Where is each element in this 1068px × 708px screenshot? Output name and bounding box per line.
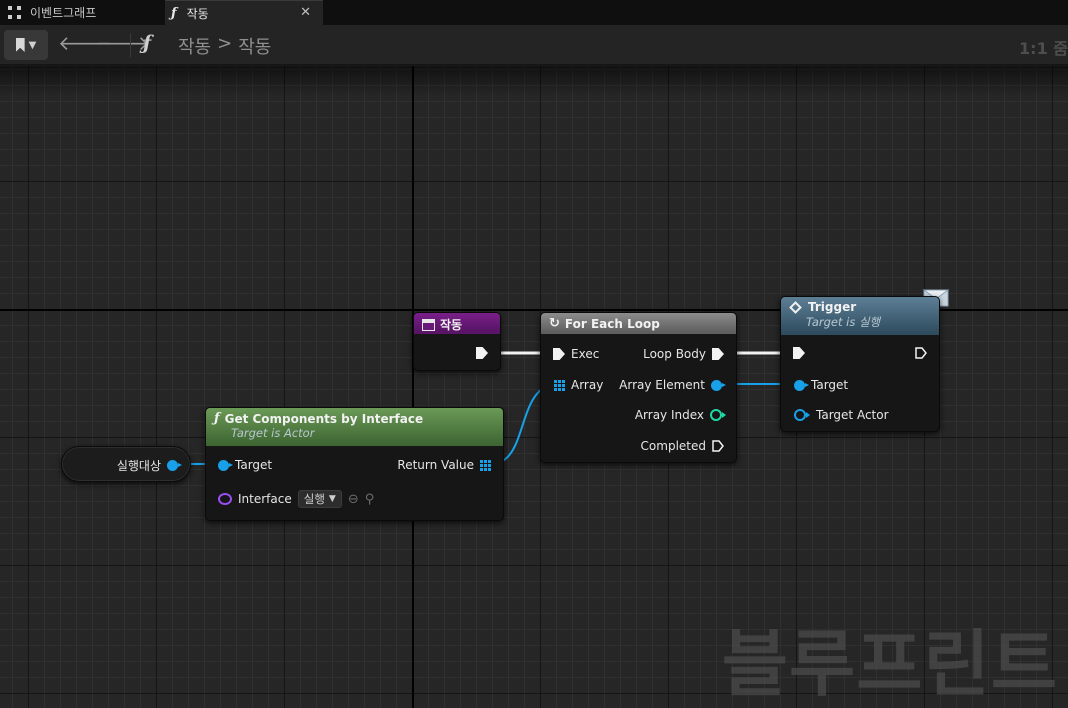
variable-node[interactable]: 실행대상 — [61, 446, 191, 482]
breadcrumb-item[interactable]: 작동 — [238, 33, 271, 59]
for-each-loop-node[interactable]: ↻ For Each Loop Exec Array Loop Body Arr… — [540, 312, 737, 463]
tab-strip: 이벤트그래프 ƒ 작동 ✕ — [0, 0, 1068, 25]
object-pin-icon[interactable] — [794, 379, 809, 391]
array-element-pin: Array Element — [619, 378, 726, 392]
function-icon: ƒ — [143, 32, 152, 54]
array-pin-icon[interactable] — [554, 379, 565, 391]
function-icon: ƒ — [214, 411, 220, 426]
zoom-level: 1:1 줌 — [1019, 39, 1068, 58]
trigger-node[interactable]: Trigger Target is 실행 Target Target Actor — [780, 296, 940, 432]
exec-output — [476, 347, 488, 359]
chevron-down-icon: ▼ — [328, 494, 336, 504]
pin-label: Exec — [571, 347, 600, 361]
exec-pin-icon[interactable] — [793, 347, 805, 359]
target-pin: Target — [218, 458, 272, 472]
node-header: ƒ Get Components by Interface Target is … — [206, 408, 503, 446]
exec-input-pin: Exec — [553, 347, 599, 361]
graph-icon — [8, 5, 22, 20]
interface-value: 실행 — [303, 492, 325, 506]
integer-pin-icon[interactable] — [710, 409, 726, 421]
object-pin-icon[interactable] — [167, 460, 182, 471]
interface-dropdown[interactable]: 실행 ▼ — [297, 490, 342, 508]
object-pin-icon[interactable] — [794, 409, 810, 421]
exec-output-pin — [915, 347, 927, 359]
object-pin-icon[interactable] — [218, 459, 233, 471]
interface-pin: Interface 실행 ▼ ⊖ ⚲ — [218, 490, 374, 508]
node-header: Trigger Target is 실행 — [781, 297, 939, 335]
node-subtitle: Target is Actor — [231, 426, 315, 440]
loop-icon: ↻ — [549, 316, 560, 331]
exec-pin-icon[interactable] — [553, 348, 565, 360]
pin-label: Array Index — [634, 408, 704, 422]
graph-toolbar: ▼ 🡐 🡒 ƒ 작동 > 작동 1:1 줌 — [0, 25, 1068, 65]
close-icon[interactable]: ✕ — [300, 5, 311, 20]
object-pin-icon[interactable] — [711, 379, 726, 391]
custom-event-node[interactable]: 작동 — [413, 312, 501, 371]
node-title: Get Components by Interface — [224, 411, 424, 426]
exec-pin-icon[interactable] — [476, 347, 488, 359]
tab-label: 이벤트그래프 — [30, 6, 97, 20]
interface-pin-icon[interactable] — [218, 493, 232, 505]
node-subtitle: Target is 실행 — [806, 315, 881, 329]
array-input-pin: Array — [554, 378, 603, 392]
exec-pin-hollow-icon[interactable] — [712, 440, 724, 452]
event-icon — [422, 318, 435, 331]
pin-label: Target — [811, 378, 849, 392]
completed-pin: Completed — [641, 439, 724, 453]
get-components-node[interactable]: ƒ Get Components by Interface Target is … — [205, 407, 504, 521]
return-value-pin: Return Value — [397, 458, 491, 472]
search-icon[interactable]: ⚲ — [365, 492, 375, 507]
target-actor-pin: Target Actor — [794, 408, 889, 422]
variable-label: 실행대상 — [116, 459, 161, 473]
chevron-down-icon: ▼ — [28, 39, 37, 51]
node-title: For Each Loop — [564, 316, 660, 331]
exec-pin-icon[interactable] — [712, 348, 724, 360]
pin-label: Target — [235, 458, 273, 472]
tab-function[interactable]: ƒ 작동 ✕ — [165, 0, 323, 25]
pin-label: Return Value — [397, 458, 474, 472]
exec-pin-hollow-icon[interactable] — [915, 347, 927, 359]
pin-label: Target Actor — [816, 408, 889, 422]
tab-label: 작동 — [186, 6, 209, 21]
pin-label: Array — [571, 378, 604, 392]
pin-label: Array Element — [619, 378, 705, 392]
node-title: 작동 — [440, 318, 463, 332]
pin-label: Loop Body — [643, 347, 706, 361]
node-title: Trigger — [808, 300, 857, 314]
browse-back-icon[interactable]: ⊖ — [348, 492, 359, 507]
bookmark-button[interactable]: ▼ — [4, 30, 48, 60]
breadcrumb-item[interactable]: 작동 — [178, 33, 211, 59]
exec-input-pin — [793, 347, 805, 359]
pin-label: Interface — [238, 492, 292, 506]
bookmark-icon — [15, 38, 25, 52]
node-header: ↻ For Each Loop — [541, 313, 736, 334]
function-icon: ƒ — [171, 5, 177, 21]
variable-output: 실행대상 — [116, 457, 182, 474]
array-pin-icon[interactable] — [480, 459, 491, 471]
pin-label: Completed — [640, 439, 706, 453]
message-icon — [789, 300, 802, 314]
forward-arrow-icon[interactable]: 🡒 — [96, 31, 150, 55]
breadcrumb-separator: > — [217, 33, 233, 54]
breadcrumb: 작동 > 작동 — [178, 33, 271, 59]
tab-event-graph[interactable]: 이벤트그래프 — [0, 0, 160, 25]
array-index-pin: Array Index — [634, 408, 726, 422]
graph-canvas[interactable]: 블루프린트 실행대상 작동 ƒ Get Components by Interf… — [0, 66, 1068, 708]
toolbar-divider — [130, 33, 131, 57]
target-pin: Target — [794, 378, 848, 392]
loop-body-pin: Loop Body — [643, 347, 724, 361]
node-header: 작동 — [414, 313, 500, 334]
